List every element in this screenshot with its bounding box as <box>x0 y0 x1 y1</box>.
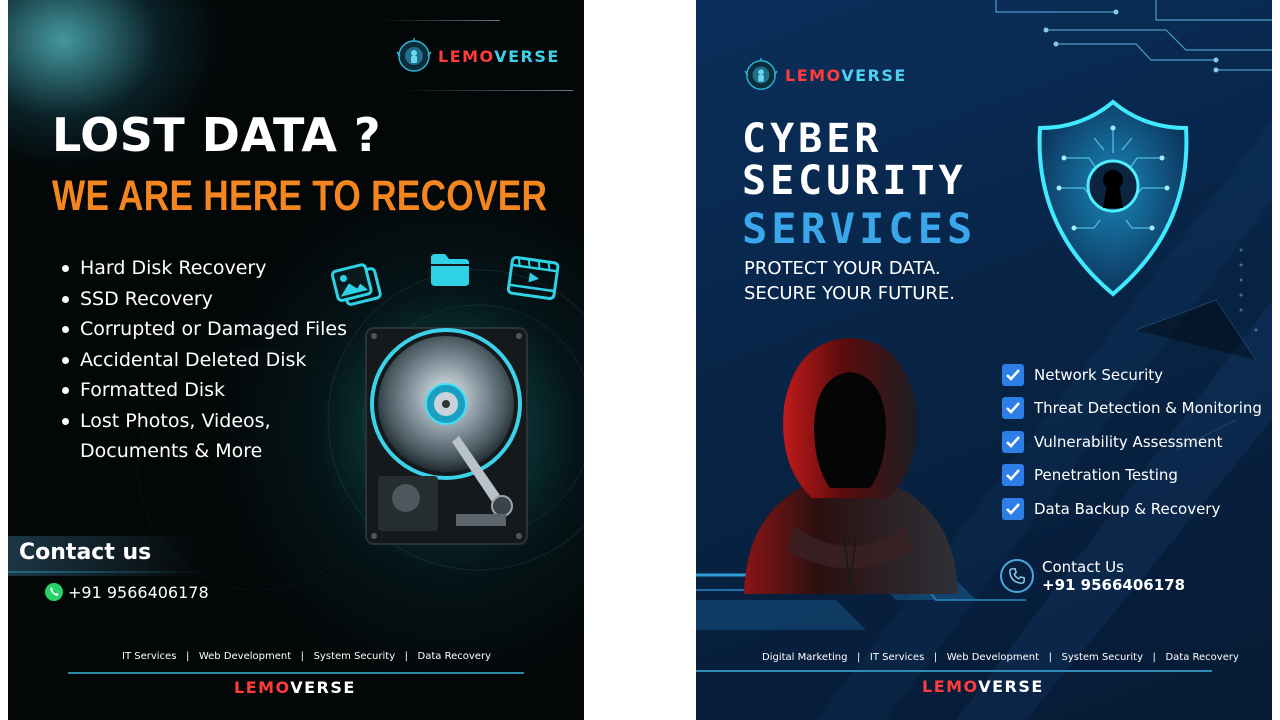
logo-divider <box>398 90 573 91</box>
checkbox-icon <box>1002 464 1024 487</box>
service-item: Penetration Testing <box>1002 459 1262 493</box>
logo-emblem-icon <box>744 58 778 90</box>
service-item: SSD Recovery <box>62 284 350 315</box>
service-label: Penetration Testing <box>1034 466 1178 485</box>
footer-brand: LEMOVERSE <box>234 678 356 697</box>
phone-icon <box>1000 559 1034 593</box>
logo-divider <box>380 20 500 21</box>
whatsapp-icon <box>45 583 63 601</box>
checkbox-icon <box>1002 397 1024 420</box>
services-checklist: Network Security Threat Detection & Moni… <box>1002 358 1262 526</box>
title-line-1: CYBER <box>742 116 883 162</box>
contact-underline <box>8 571 204 573</box>
service-item: Corrupted or Damaged Files <box>62 314 350 345</box>
service-label: Data Backup & Recovery <box>1034 499 1221 518</box>
services-list: Hard Disk Recovery SSD Recovery Corrupte… <box>56 253 350 467</box>
checkbox-icon <box>1002 363 1024 386</box>
brand-logo: LEMOVERSE <box>744 58 907 92</box>
contact-title: Contact us <box>19 540 152 565</box>
service-item: Data Backup & Recovery <box>1002 492 1262 526</box>
tagline-line-2: SECURE YOUR FUTURE. <box>744 283 956 304</box>
phone-text: +91 9566406178 <box>68 582 209 602</box>
contact-block[interactable]: Contact Us +91 9566406178 <box>1000 558 1185 594</box>
phone-number[interactable]: +91 9566406178 <box>44 582 209 602</box>
service-label: Threat Detection & Monitoring <box>1034 399 1262 418</box>
service-item: Threat Detection & Monitoring <box>1002 392 1262 426</box>
service-item: Accidental Deleted Disk <box>62 345 350 376</box>
service-item: Vulnerability Assessment <box>1002 425 1262 459</box>
footer-divider <box>696 670 1212 672</box>
tagline-line-1: PROTECT YOUR DATA. <box>744 258 941 279</box>
data-recovery-poster: LEMOVERSE LOST DATA ? WE ARE HERE TO REC… <box>8 0 584 720</box>
photos-icon <box>330 263 382 306</box>
checkbox-icon <box>1002 430 1024 453</box>
hooded-hacker-figure <box>744 338 958 594</box>
contact-title: Contact Us <box>1042 558 1124 576</box>
footer-services: Digital Marketing | IT Services | Web De… <box>762 652 1239 663</box>
logo-emblem-icon <box>396 38 432 72</box>
checkbox-icon <box>1002 497 1024 520</box>
subheadline: WE ARE HERE TO RECOVER <box>52 172 548 220</box>
service-item: Lost Photos, Videos, Documents & More <box>62 406 350 467</box>
service-item: Network Security <box>1002 358 1262 392</box>
hard-disk-icon <box>365 327 528 545</box>
phone-number: +91 9566406178 <box>1042 576 1186 594</box>
headline: LOST DATA ? <box>52 108 382 162</box>
brand-logo: LEMOVERSE <box>396 38 560 74</box>
title-line-2: SECURITY <box>742 158 967 204</box>
service-label: Vulnerability Assessment <box>1034 432 1223 451</box>
service-item: Hard Disk Recovery <box>62 253 350 284</box>
brand-name: LEMOVERSE <box>785 65 907 85</box>
video-icon <box>506 256 560 301</box>
folder-icon <box>431 254 469 286</box>
brand-name: LEMOVERSE <box>438 46 560 66</box>
footer-services: IT Services | Web Development | System S… <box>122 651 491 662</box>
service-item: Formatted Disk <box>62 375 350 406</box>
shield-lock-icon <box>1037 99 1189 297</box>
title-line-3: SERVICES <box>742 204 977 253</box>
cyber-security-poster: LEMOVERSE CYBER SECURITY SERVICES PROTEC… <box>696 0 1272 720</box>
service-label: Network Security <box>1034 365 1163 384</box>
footer-brand: LEMOVERSE <box>922 677 1044 696</box>
footer-divider <box>68 672 524 674</box>
